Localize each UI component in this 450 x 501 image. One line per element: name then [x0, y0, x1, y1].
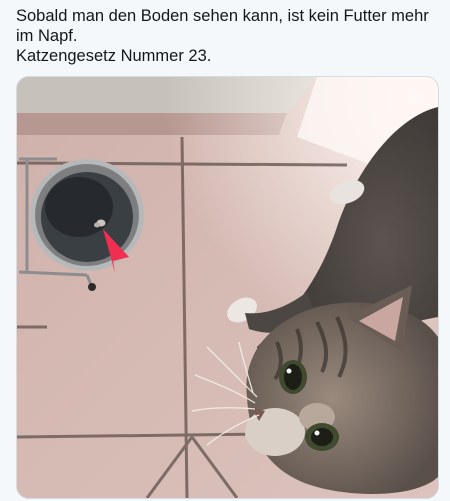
tweet-text: Sobald man den Boden sehen kann, ist kei…	[16, 6, 436, 66]
cat-photo	[17, 77, 438, 498]
tweet-text-line-2: Katzengesetz Nummer 23.	[16, 47, 212, 65]
food-bowl	[30, 159, 144, 271]
media-card[interactable]	[16, 76, 439, 499]
tweet-text-line-1: Sobald man den Boden sehen kann, ist kei…	[16, 7, 429, 45]
